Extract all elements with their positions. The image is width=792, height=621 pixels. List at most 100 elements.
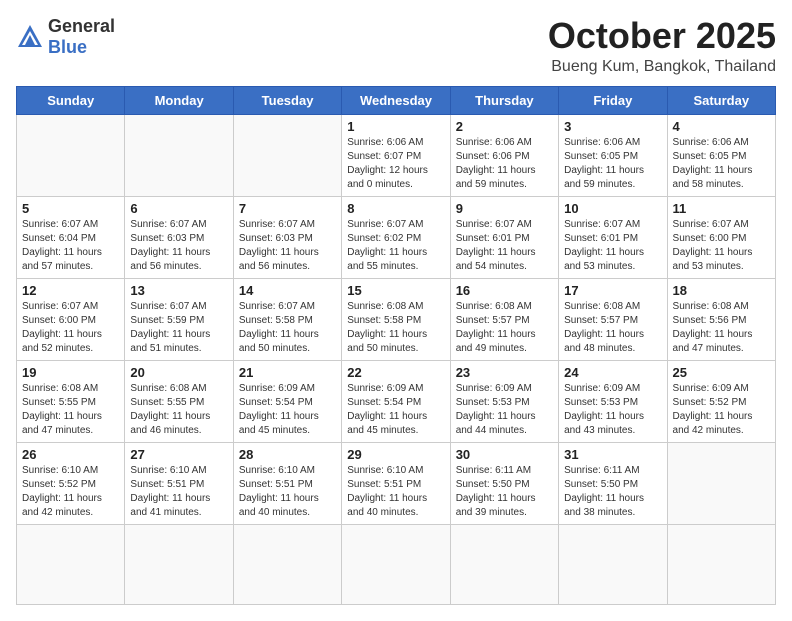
day-number: 12 (22, 283, 119, 298)
day-info: Sunrise: 6:07 AM Sunset: 6:01 PM Dayligh… (456, 218, 553, 274)
day-number: 17 (564, 283, 661, 298)
day-info: Sunrise: 6:10 AM Sunset: 5:51 PM Dayligh… (347, 464, 444, 520)
day-info: Sunrise: 6:11 AM Sunset: 5:50 PM Dayligh… (564, 464, 661, 520)
title-area: October 2025 Bueng Kum, Bangkok, Thailan… (548, 16, 776, 76)
day-number: 9 (456, 201, 553, 216)
calendar-day-cell: 29Sunrise: 6:10 AM Sunset: 5:51 PM Dayli… (342, 442, 450, 524)
calendar-day-cell: 8 Sunrise: 6:07 AM Sunset: 6:02 PM Daylig… (342, 196, 450, 278)
day-info: Sunrise: 6:07 AM Sunset: 6:03 PM Dayligh… (239, 218, 336, 274)
calendar-day-cell: 21 Sunrise: 6:09 AM Sunset: 5:54 PM Dayli… (233, 360, 341, 442)
day-info: Sunrise: 6:08 AM Sunset: 5:55 PM Dayligh… (130, 382, 227, 438)
calendar-day-cell: 7 Sunrise: 6:07 AM Sunset: 6:03 PM Daylig… (233, 196, 341, 278)
day-number: 3 (564, 119, 661, 134)
day-number: 4 (673, 119, 770, 134)
day-number: 20 (130, 365, 227, 380)
day-number: 2 (456, 119, 553, 134)
day-info: Sunrise: 6:09 AM Sunset: 5:54 PM Dayligh… (347, 382, 444, 438)
weekday-header: Tuesday (233, 86, 341, 114)
calendar-day-cell: 31 Sunrise: 6:11 AM Sunset: 5:50 PM Dayli… (559, 442, 667, 524)
day-number: 8 (347, 201, 444, 216)
day-number: 14 (239, 283, 336, 298)
day-info: Sunrise: 6:09 AM Sunset: 5:53 PM Dayligh… (564, 382, 661, 438)
calendar-empty-cell (17, 114, 125, 196)
day-info: Sunrise: 6:09 AM Sunset: 5:53 PM Dayligh… (456, 382, 553, 438)
day-number: 31 (564, 447, 661, 462)
calendar-empty-cell (233, 114, 341, 196)
weekday-header: Friday (559, 86, 667, 114)
logo: General Blue (16, 16, 115, 58)
calendar-day-cell: 25 Sunrise: 6:09 AM Sunset: 5:52 PM Dayli… (667, 360, 775, 442)
calendar-empty-cell (125, 114, 233, 196)
calendar-week-row: 12 Sunrise: 6:07 AM Sunset: 6:00 PM Dayli… (17, 278, 776, 360)
day-info: Sunrise: 6:07 AM Sunset: 5:59 PM Dayligh… (130, 300, 227, 356)
day-info: Sunrise: 6:07 AM Sunset: 6:00 PM Dayligh… (22, 300, 119, 356)
calendar-empty-cell (17, 524, 125, 604)
calendar-empty-cell (233, 524, 341, 604)
day-info: Sunrise: 6:06 AM Sunset: 6:05 PM Dayligh… (564, 136, 661, 192)
calendar-day-cell: 27Sunrise: 6:10 AM Sunset: 5:51 PM Dayli… (125, 442, 233, 524)
day-info: Sunrise: 6:07 AM Sunset: 6:00 PM Dayligh… (673, 218, 770, 274)
calendar-day-cell: 26Sunrise: 6:10 AM Sunset: 5:52 PM Dayli… (17, 442, 125, 524)
page-header: General Blue October 2025 Bueng Kum, Ban… (16, 16, 776, 76)
day-number: 13 (130, 283, 227, 298)
calendar-day-cell: 22Sunrise: 6:09 AM Sunset: 5:54 PM Dayli… (342, 360, 450, 442)
day-number: 6 (130, 201, 227, 216)
weekday-header: Wednesday (342, 86, 450, 114)
day-info: Sunrise: 6:08 AM Sunset: 5:57 PM Dayligh… (456, 300, 553, 356)
calendar-day-cell: 4Sunrise: 6:06 AM Sunset: 6:05 PM Daylig… (667, 114, 775, 196)
calendar-day-cell: 20 Sunrise: 6:08 AM Sunset: 5:55 PM Dayli… (125, 360, 233, 442)
weekday-header: Sunday (17, 86, 125, 114)
day-info: Sunrise: 6:07 AM Sunset: 6:02 PM Dayligh… (347, 218, 444, 274)
day-info: Sunrise: 6:08 AM Sunset: 5:58 PM Dayligh… (347, 300, 444, 356)
calendar-day-cell: 19Sunrise: 6:08 AM Sunset: 5:55 PM Dayli… (17, 360, 125, 442)
calendar-day-cell: 13 Sunrise: 6:07 AM Sunset: 5:59 PM Dayli… (125, 278, 233, 360)
calendar-day-cell: 28 Sunrise: 6:10 AM Sunset: 5:51 PM Dayli… (233, 442, 341, 524)
calendar-day-cell: 24 Sunrise: 6:09 AM Sunset: 5:53 PM Dayli… (559, 360, 667, 442)
calendar-day-cell: 23 Sunrise: 6:09 AM Sunset: 5:53 PM Dayli… (450, 360, 558, 442)
calendar-week-row: 5Sunrise: 6:07 AM Sunset: 6:04 PM Daylig… (17, 196, 776, 278)
day-number: 10 (564, 201, 661, 216)
day-info: Sunrise: 6:07 AM Sunset: 5:58 PM Dayligh… (239, 300, 336, 356)
day-number: 1 (347, 119, 444, 134)
calendar-day-cell: 30Sunrise: 6:11 AM Sunset: 5:50 PM Dayli… (450, 442, 558, 524)
day-number: 18 (673, 283, 770, 298)
calendar-week-row: 26Sunrise: 6:10 AM Sunset: 5:52 PM Dayli… (17, 442, 776, 524)
day-info: Sunrise: 6:10 AM Sunset: 5:51 PM Dayligh… (130, 464, 227, 520)
calendar-day-cell: 1 Sunrise: 6:06 AM Sunset: 6:07 PM Daylig… (342, 114, 450, 196)
day-info: Sunrise: 6:07 AM Sunset: 6:04 PM Dayligh… (22, 218, 119, 274)
day-info: Sunrise: 6:10 AM Sunset: 5:51 PM Dayligh… (239, 464, 336, 520)
month-title: October 2025 (548, 16, 776, 56)
calendar-empty-cell (450, 524, 558, 604)
calendar-week-row: 19Sunrise: 6:08 AM Sunset: 5:55 PM Dayli… (17, 360, 776, 442)
logo-icon (16, 23, 44, 51)
day-number: 21 (239, 365, 336, 380)
calendar-empty-cell (559, 524, 667, 604)
day-number: 15 (347, 283, 444, 298)
calendar-day-cell: 15 Sunrise: 6:08 AM Sunset: 5:58 PM Dayli… (342, 278, 450, 360)
calendar-empty-cell (342, 524, 450, 604)
day-number: 7 (239, 201, 336, 216)
day-info: Sunrise: 6:07 AM Sunset: 6:03 PM Dayligh… (130, 218, 227, 274)
calendar-day-cell: 17 Sunrise: 6:08 AM Sunset: 5:57 PM Dayli… (559, 278, 667, 360)
day-number: 28 (239, 447, 336, 462)
day-number: 23 (456, 365, 553, 380)
day-info: Sunrise: 6:09 AM Sunset: 5:54 PM Dayligh… (239, 382, 336, 438)
day-info: Sunrise: 6:08 AM Sunset: 5:57 PM Dayligh… (564, 300, 661, 356)
day-info: Sunrise: 6:09 AM Sunset: 5:52 PM Dayligh… (673, 382, 770, 438)
calendar-empty-cell (125, 524, 233, 604)
calendar-day-cell: 5Sunrise: 6:07 AM Sunset: 6:04 PM Daylig… (17, 196, 125, 278)
calendar-header-row: SundayMondayTuesdayWednesdayThursdayFrid… (17, 86, 776, 114)
weekday-header: Saturday (667, 86, 775, 114)
day-number: 11 (673, 201, 770, 216)
calendar-week-row: 1 Sunrise: 6:06 AM Sunset: 6:07 PM Daylig… (17, 114, 776, 196)
weekday-header: Monday (125, 86, 233, 114)
calendar-day-cell: 18Sunrise: 6:08 AM Sunset: 5:56 PM Dayli… (667, 278, 775, 360)
weekday-header: Thursday (450, 86, 558, 114)
day-number: 25 (673, 365, 770, 380)
day-info: Sunrise: 6:07 AM Sunset: 6:01 PM Dayligh… (564, 218, 661, 274)
day-number: 24 (564, 365, 661, 380)
day-info: Sunrise: 6:11 AM Sunset: 5:50 PM Dayligh… (456, 464, 553, 520)
day-info: Sunrise: 6:06 AM Sunset: 6:07 PM Dayligh… (347, 136, 444, 192)
calendar-day-cell: 6 Sunrise: 6:07 AM Sunset: 6:03 PM Daylig… (125, 196, 233, 278)
calendar-day-cell: 3 Sunrise: 6:06 AM Sunset: 6:05 PM Daylig… (559, 114, 667, 196)
